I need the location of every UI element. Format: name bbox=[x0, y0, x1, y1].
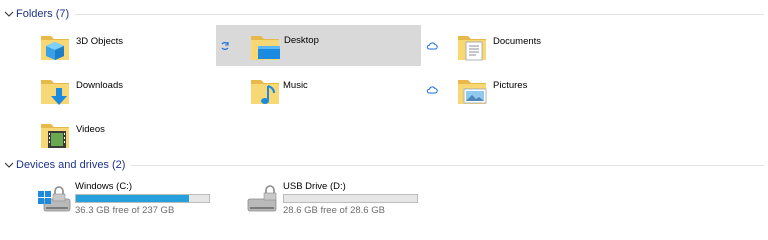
drive-name: Windows (C:) bbox=[75, 181, 133, 192]
folder-tile-music[interactable]: Music bbox=[248, 72, 418, 112]
folder-name: 3D Objects bbox=[76, 36, 123, 47]
folder-tile-3d-objects[interactable]: 3D Objects bbox=[38, 28, 208, 68]
drive-tile-d[interactable]: USB Drive (D:) 28.6 GB free of 28.6 GB bbox=[244, 181, 424, 221]
chevron-down-icon[interactable] bbox=[2, 7, 16, 21]
folder-tile-downloads[interactable]: Downloads bbox=[38, 72, 208, 112]
folder-tile-documents[interactable]: Documents bbox=[455, 28, 625, 68]
documents-folder-icon bbox=[458, 36, 486, 61]
drive-free-space: 36.3 GB free of 237 GB bbox=[75, 205, 175, 216]
devices-group-header[interactable]: Devices and drives (2) bbox=[0, 157, 768, 173]
folders-group-header[interactable]: Folders (7) bbox=[0, 6, 768, 22]
group-divider bbox=[75, 13, 764, 15]
folder-tile-videos[interactable]: Videos bbox=[38, 116, 208, 156]
drive-name: USB Drive (D:) bbox=[283, 181, 346, 192]
drive-free-space: 28.6 GB free of 28.6 GB bbox=[283, 205, 385, 216]
sync-status-icon bbox=[221, 42, 229, 50]
3d-objects-icon bbox=[41, 36, 69, 60]
drive-usage-fill bbox=[76, 195, 189, 202]
folder-name: Pictures bbox=[493, 80, 528, 91]
cloud-status-icon bbox=[426, 42, 438, 50]
chevron-down-icon[interactable] bbox=[2, 158, 16, 172]
downloads-folder-icon bbox=[41, 80, 69, 105]
folder-name: Videos bbox=[76, 124, 105, 135]
videos-folder-icon bbox=[41, 124, 69, 148]
pictures-folder-icon bbox=[458, 80, 487, 104]
devices-group-title: Devices and drives (2) bbox=[16, 159, 126, 171]
music-folder-icon bbox=[251, 80, 279, 104]
group-divider bbox=[131, 164, 764, 166]
folder-tile-desktop[interactable]: Desktop bbox=[216, 25, 421, 66]
folder-tile-pictures[interactable]: Pictures bbox=[455, 72, 625, 112]
windows-drive-icon bbox=[38, 186, 71, 212]
folder-name: Desktop bbox=[284, 35, 319, 46]
usb-drive-icon bbox=[247, 185, 277, 212]
folders-group-title: Folders (7) bbox=[16, 8, 70, 20]
drive-usage-bar bbox=[75, 194, 210, 203]
folder-name: Documents bbox=[493, 36, 542, 47]
folder-name: Music bbox=[283, 80, 308, 91]
cloud-status-icon bbox=[426, 86, 438, 94]
folder-name: Downloads bbox=[76, 80, 123, 91]
drive-usage-bar bbox=[283, 194, 418, 203]
desktop-folder-icon bbox=[251, 36, 280, 60]
drive-tile-c[interactable]: Windows (C:) 36.3 GB free of 237 GB bbox=[36, 181, 216, 221]
